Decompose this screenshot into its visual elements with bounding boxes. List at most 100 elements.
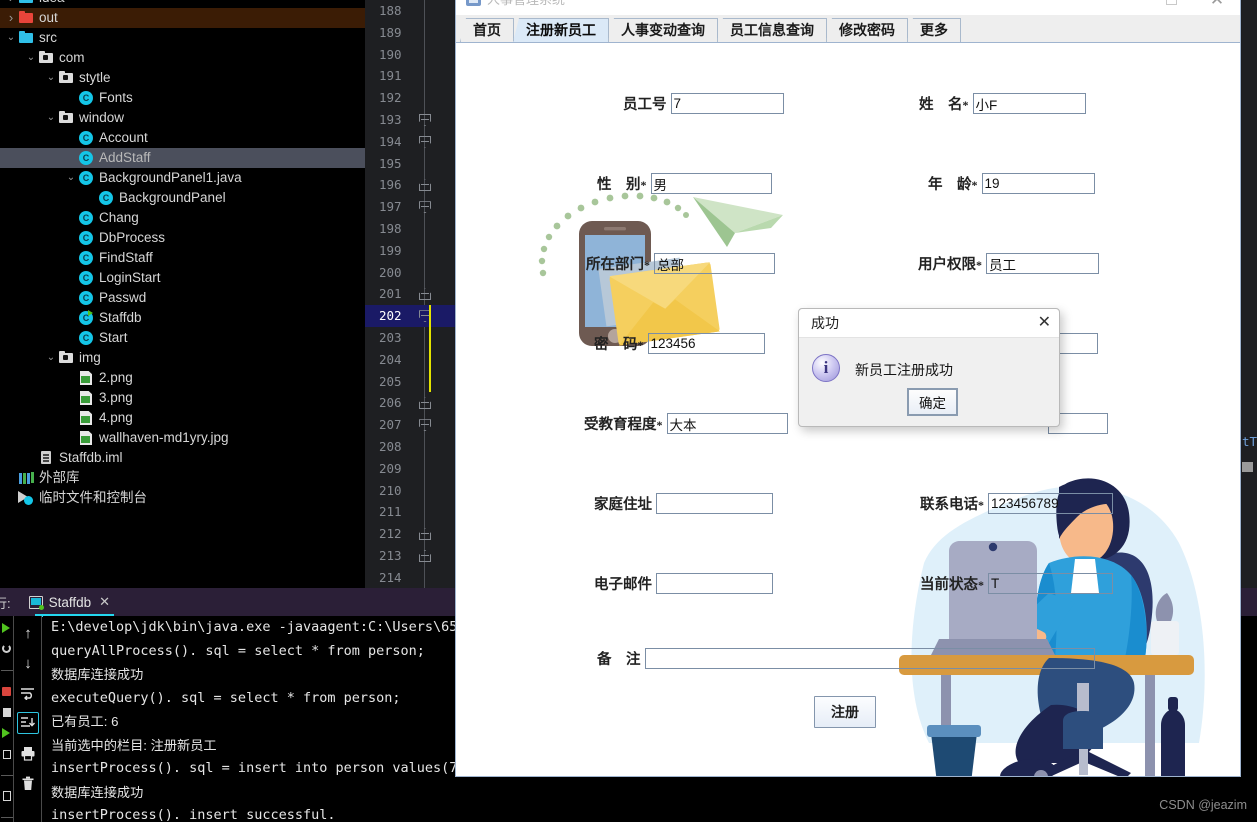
rerun-icon[interactable] xyxy=(0,639,14,660)
tree-item-chang[interactable]: Chang xyxy=(0,208,365,228)
tree-item-addstaff[interactable]: AddStaff xyxy=(0,148,365,168)
gutter-line-192[interactable]: 192 xyxy=(365,87,455,109)
tree-item-2-png[interactable]: 2.png xyxy=(0,368,365,388)
tree-item-backgroundpanel[interactable]: BackgroundPanel xyxy=(0,188,365,208)
tree-item-backgroundpanel1-java[interactable]: ⌄ BackgroundPanel1.java xyxy=(0,168,365,188)
scroll-up-icon[interactable]: ↑ xyxy=(17,622,39,644)
fold-marker-206[interactable] xyxy=(419,397,431,409)
tab-2-inactive[interactable]: 人事变动查询 xyxy=(608,18,718,42)
chevron-down-icon[interactable]: ⌄ xyxy=(24,48,38,68)
tree-item-passwd[interactable]: Passwd xyxy=(0,288,365,308)
tree-item-staffdb[interactable]: Staffdb xyxy=(0,308,365,328)
field-home-address[interactable]: 家庭住址 xyxy=(594,493,773,514)
pause-icon[interactable] xyxy=(0,702,14,723)
clear-all-icon[interactable] xyxy=(17,772,39,794)
gutter-line-188[interactable]: 188 xyxy=(365,0,455,22)
tree-item-staffdb-iml[interactable]: Staffdb.iml xyxy=(0,448,365,468)
field-current-status[interactable]: 当前状态* xyxy=(920,573,1113,594)
gutter-line-191[interactable]: 191 xyxy=(365,65,455,87)
fold-marker-213[interactable] xyxy=(419,550,431,562)
field-education[interactable]: 受教育程度* xyxy=(584,413,788,434)
tree-item-3-png[interactable]: 3.png xyxy=(0,388,365,408)
gutter-line-206[interactable]: 206 xyxy=(365,392,455,414)
gutter-line-195[interactable]: 195 xyxy=(365,153,455,175)
dialog-ok-button[interactable]: 确定 xyxy=(907,388,958,416)
field-department[interactable]: 所在部门* xyxy=(586,253,775,274)
layout-icon[interactable] xyxy=(0,786,14,807)
tab-5-inactive[interactable]: 更多 xyxy=(907,18,961,42)
education-input[interactable] xyxy=(666,413,788,434)
tab-0-inactive[interactable]: 首页 xyxy=(460,18,514,42)
gutter-line-205[interactable]: 205 xyxy=(365,371,455,393)
tree-item-findstaff[interactable]: FindStaff xyxy=(0,248,365,268)
gutter-line-189[interactable]: 189 xyxy=(365,22,455,44)
run-actions-strip[interactable] xyxy=(0,616,14,822)
gutter-line-204[interactable]: 204 xyxy=(365,349,455,371)
chevron-down-icon[interactable]: ⌄ xyxy=(64,168,78,188)
close-icon[interactable]: ✕ xyxy=(1038,315,1051,331)
tree-item----[interactable]: 外部库 xyxy=(0,468,365,488)
gutter-line-202[interactable]: 202 xyxy=(365,305,455,327)
field-employee-id[interactable]: 员工号 xyxy=(623,93,784,114)
gutter-line-201[interactable]: 201 xyxy=(365,283,455,305)
gutter-line-199[interactable]: 199 xyxy=(365,240,455,262)
tree-item-fonts[interactable]: Fonts xyxy=(0,88,365,108)
editor-scrollbar-thumb[interactable] xyxy=(1242,462,1253,472)
stop-icon[interactable] xyxy=(0,681,14,702)
tab-1-active[interactable]: 注册新员工 xyxy=(513,18,609,42)
tree-item-account[interactable]: Account xyxy=(0,128,365,148)
field-password[interactable]: 密 码* xyxy=(594,333,765,354)
gutter-line-197[interactable]: 197 xyxy=(365,196,455,218)
gutter-line-212[interactable]: 212 xyxy=(365,523,455,545)
editor-gutter[interactable]: 188 189 190 191 192 193 194 195 196 197 198 199 200 2… xyxy=(365,0,455,588)
age-input[interactable] xyxy=(981,173,1095,194)
fold-marker-196[interactable] xyxy=(419,179,431,191)
square-outline-icon[interactable] xyxy=(0,744,14,765)
tree-item---------[interactable]: 临时文件和控制台 xyxy=(0,488,365,508)
gutter-line-211[interactable]: 211 xyxy=(365,501,455,523)
scroll-to-end-icon[interactable] xyxy=(17,712,39,734)
chevron-down-icon[interactable]: ⌄ xyxy=(4,28,18,48)
gutter-line-209[interactable]: 209 xyxy=(365,458,455,480)
fold-marker-193[interactable] xyxy=(419,114,431,126)
tree-item-dbprocess[interactable]: DbProcess xyxy=(0,228,365,248)
console-tab-staffdb[interactable]: Staffdb ✕ xyxy=(23,591,118,617)
tree-item-com[interactable]: ⌄ com xyxy=(0,48,365,68)
tree-item-loginstart[interactable]: LoginStart xyxy=(0,268,365,288)
gutter-line-200[interactable]: 200 xyxy=(365,262,455,284)
email-input[interactable] xyxy=(656,573,773,594)
gutter-line-210[interactable]: 210 xyxy=(365,480,455,502)
tree-item-src[interactable]: ⌄ src xyxy=(0,28,365,48)
chevron-down-icon[interactable]: ⌄ xyxy=(44,68,58,88)
gender-input[interactable] xyxy=(650,173,772,194)
home-address-input[interactable] xyxy=(656,493,773,514)
register-button[interactable]: 注册 xyxy=(814,696,876,728)
fold-marker-201[interactable] xyxy=(419,288,431,300)
chevron-right-icon[interactable]: › xyxy=(4,0,18,8)
minimize-button[interactable] xyxy=(1102,0,1148,15)
gutter-line-207[interactable]: 207 xyxy=(365,414,455,436)
tree-item-start[interactable]: Start xyxy=(0,328,365,348)
tree-item-stytle[interactable]: ⌄ stytle xyxy=(0,68,365,88)
run-debug-icon[interactable] xyxy=(0,723,14,744)
tree-item-img[interactable]: ⌄ img xyxy=(0,348,365,368)
tree-item-idea[interactable]: › idea xyxy=(0,0,365,8)
gutter-line-190[interactable]: 190 xyxy=(365,44,455,66)
run-icon[interactable] xyxy=(0,618,14,639)
chevron-down-icon[interactable]: ⌄ xyxy=(44,108,58,128)
full-name-input[interactable] xyxy=(972,93,1086,114)
gutter-line-208[interactable]: 208 xyxy=(365,436,455,458)
close-icon[interactable]: ✕ xyxy=(99,594,110,610)
gutter-line-214[interactable]: 214 xyxy=(365,567,455,589)
gutter-line-196[interactable]: 196 xyxy=(365,174,455,196)
tree-item-window[interactable]: ⌄ window xyxy=(0,108,365,128)
field-remark[interactable]: 备 注 xyxy=(597,648,1095,669)
gutter-line-213[interactable]: 213 xyxy=(365,545,455,567)
field-age[interactable]: 年 龄* xyxy=(928,173,1095,194)
fold-marker-207[interactable] xyxy=(419,419,431,431)
maximize-button[interactable] xyxy=(1148,0,1194,15)
tree-item-wallhaven-md1yry-jpg[interactable]: wallhaven-md1yry.jpg xyxy=(0,428,365,448)
print-icon[interactable] xyxy=(17,742,39,764)
gutter-line-193[interactable]: 193 xyxy=(365,109,455,131)
gutter-line-203[interactable]: 203 xyxy=(365,327,455,349)
